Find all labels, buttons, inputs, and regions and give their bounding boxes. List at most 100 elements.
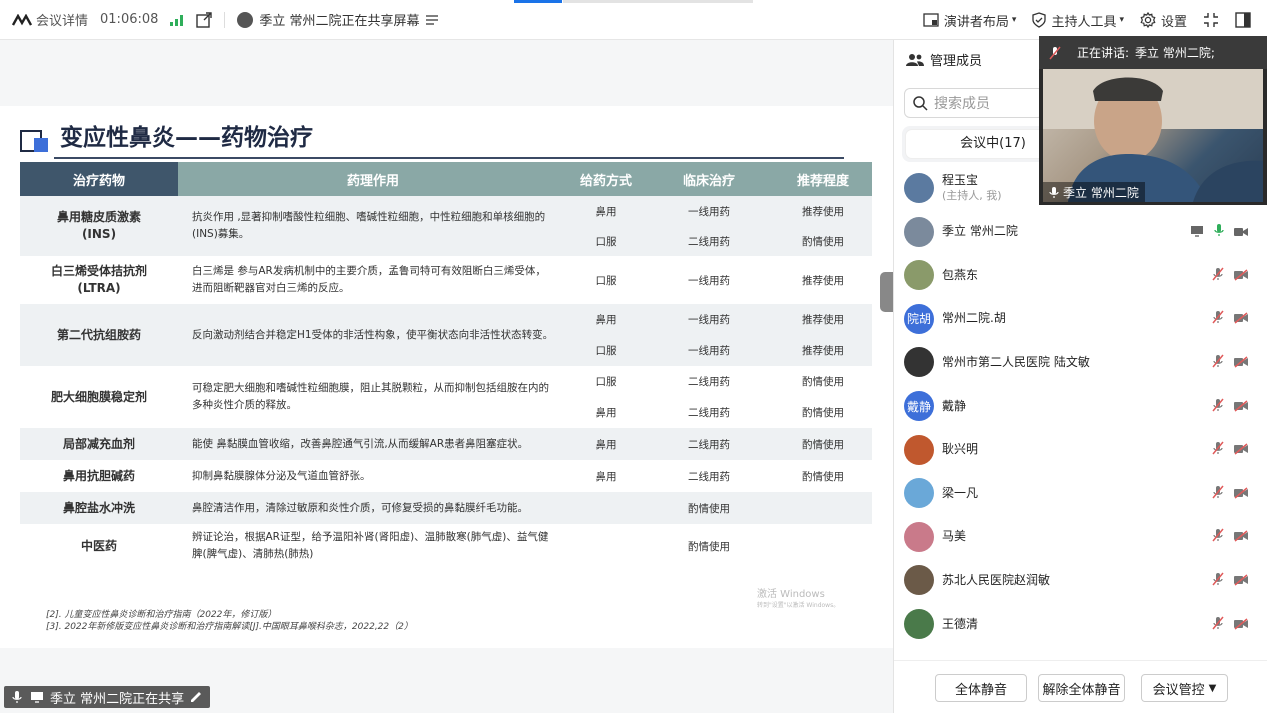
sidebar-toggle-icon[interactable] — [1235, 12, 1251, 28]
member-controls — [1212, 615, 1248, 634]
member-controls — [1212, 309, 1248, 328]
mic-muted-icon[interactable] — [1212, 397, 1224, 416]
references: [2]. 儿童变应性鼻炎诊断和治疗指南（2022年，修订版） [3]. 2022… — [46, 609, 413, 633]
meeting-info-button[interactable]: 会议详情 — [12, 10, 88, 29]
member-controls — [1212, 571, 1248, 590]
slide: 变应性鼻炎——药物治疗 治疗药物 药理作用 给药方式 临床治疗 推荐程度 鼻用糖… — [0, 106, 893, 648]
drug-name: 中医药 — [80, 538, 117, 553]
drug-clinical: 一线用药 — [688, 345, 730, 357]
meeting-control-button[interactable]: 会议管控 ▼ — [1141, 674, 1228, 702]
pen-icon[interactable] — [190, 691, 202, 703]
mic-icon — [1049, 186, 1059, 199]
camera-off-icon[interactable] — [1234, 484, 1248, 503]
camera-off-icon[interactable] — [1234, 527, 1248, 546]
slide-title: 变应性鼻炎——药物治疗 — [60, 125, 313, 151]
avatar — [904, 609, 934, 639]
drug-route: 鼻用 — [595, 407, 617, 419]
divider — [224, 11, 226, 28]
search-placeholder: 搜索成员 — [934, 96, 990, 112]
mic-muted-icon[interactable] — [1212, 440, 1224, 459]
drug-mechanism: 白三烯是 参与AR发病机制中的主要介质，孟鲁司特可有效阻断白三烯受体，进而阻断靶… — [192, 265, 546, 294]
table-row: 鼻用抗胆碱药 抑制鼻黏膜腺体分泌及气道血管舒张。 鼻用 二线用药 酌情使用 — [20, 460, 872, 492]
camera-off-icon[interactable] — [1234, 440, 1248, 459]
member-name: 苏北人民医院赵润敏 — [942, 573, 1050, 588]
drug-route: 口服 — [595, 376, 617, 388]
member-controls — [1212, 440, 1248, 459]
mute-all-button[interactable]: 全体静音 — [935, 674, 1027, 702]
camera-off-icon[interactable] — [1234, 309, 1248, 328]
mic-muted-icon[interactable] — [1212, 615, 1224, 634]
host-tools-button[interactable]: 主持人工具 ▾ — [1032, 11, 1124, 30]
member-controls — [1212, 397, 1248, 416]
member-controls — [1212, 484, 1248, 503]
drug-route: 鼻用 — [595, 438, 617, 451]
drug-route: 口服 — [595, 274, 617, 287]
mic-muted-icon[interactable] — [1212, 309, 1224, 328]
drug-route: 鼻用 — [595, 314, 617, 326]
drug-clinical: 一线用药 — [688, 274, 730, 287]
avatar: 戴静 — [904, 391, 934, 421]
video-camera-icon[interactable] — [1234, 222, 1248, 241]
drug-recommend — [774, 524, 872, 568]
member-row[interactable]: 耿兴明 — [904, 430, 1258, 470]
camera-off-icon[interactable] — [1234, 571, 1248, 590]
sharing-status-label: 季立 常州二院正在共享 — [50, 691, 185, 707]
member-name-text: 苏北人民医院赵润敏 — [942, 572, 1051, 587]
speaker-video[interactable]: 正在讲话: 季立 常州二院; 季立 常州二院 — [1039, 36, 1267, 205]
member-role: (主持人, 我) — [942, 189, 1002, 202]
table-header-row: 治疗药物 药理作用 给药方式 临床治疗 推荐程度 — [20, 162, 872, 196]
member-row[interactable]: 戴静 戴静 — [904, 386, 1258, 426]
member-row[interactable]: 梁一凡 — [904, 473, 1258, 513]
mic-muted-icon[interactable] — [1212, 266, 1224, 285]
mic-icon — [12, 690, 22, 704]
mic-muted-icon[interactable] — [1212, 527, 1224, 546]
avatar — [904, 216, 934, 247]
camera-off-icon[interactable] — [1234, 397, 1248, 416]
member-row[interactable]: 王德清 — [904, 604, 1258, 644]
member-name: 包燕东 — [942, 268, 978, 283]
collapse-icon[interactable] — [1203, 12, 1219, 28]
avatar — [904, 434, 934, 465]
table-row: 肥大细胞膜稳定剂 可稳定肥大细胞和嗜碱性粒细胞膜，阻止其脱颗粒，从而抑制包括组胺在… — [20, 366, 872, 411]
member-row[interactable]: 苏北人民医院赵润敏 — [904, 560, 1258, 600]
settings-button[interactable]: 设置 — [1140, 11, 1187, 30]
drug-name: 第二代抗组胺药 — [56, 327, 141, 342]
camera-off-icon[interactable] — [1234, 353, 1248, 372]
unmute-all-button[interactable]: 解除全体静音 — [1038, 674, 1125, 702]
member-name-text: 常州二院.胡 — [942, 311, 1006, 326]
sharer-status[interactable]: 季立 常州二院正在共享屏幕 — [237, 10, 438, 29]
mic-muted-icon[interactable] — [1212, 353, 1224, 372]
speaker-layout-label: 演讲者布局 — [943, 14, 1009, 30]
drug-clinical: 酌情使用 — [688, 540, 730, 553]
mic-muted-icon[interactable] — [1212, 484, 1224, 503]
screen-share-icon[interactable] — [1190, 222, 1204, 241]
table-header: 给药方式 — [568, 162, 644, 196]
camera-off-icon[interactable] — [1234, 266, 1248, 285]
member-name-text: 耿兴明 — [942, 442, 979, 457]
member-search-input[interactable]: 搜索成员 — [904, 88, 1044, 118]
mic-muted-icon[interactable] — [1212, 571, 1224, 590]
title-underline — [54, 157, 844, 159]
panel-drag-handle[interactable] — [880, 272, 893, 312]
member-name-text: 季立 常州二院 — [942, 224, 1018, 239]
camera-off-icon[interactable] — [1234, 615, 1248, 634]
member-row[interactable]: 季立 常州二院 — [904, 212, 1258, 252]
drug-route: 口服 — [595, 345, 617, 357]
sharing-status-bar[interactable]: 季立 常州二院正在共享 — [4, 686, 211, 708]
member-name-text: 包燕东 — [942, 267, 979, 282]
share-link-icon[interactable] — [196, 11, 213, 28]
member-row[interactable]: 包燕东 — [904, 255, 1258, 295]
mic-icon[interactable] — [1214, 222, 1224, 241]
speaker-layout-button[interactable]: 演讲者布局 ▾ — [923, 11, 1016, 30]
panel-footer: 全体静音 解除全体静音 会议管控 ▼ — [894, 660, 1267, 713]
panel-title: 管理成员 — [930, 54, 983, 69]
member-row[interactable]: 常州市第二人民医院 陆文敏 — [904, 342, 1258, 382]
drug-mechanism: 能使 鼻黏膜血管收缩，改善鼻腔通气引流,从而缓解AR患者鼻阻塞症状。 — [192, 437, 529, 450]
mic-muted-icon — [1049, 46, 1061, 60]
layout-icon — [923, 13, 939, 27]
member-row[interactable]: 马美 — [904, 517, 1258, 557]
member-row[interactable]: 院胡 常州二院.胡 — [904, 299, 1258, 339]
member-name: 常州二院.胡 — [942, 311, 1006, 326]
reference-line: [2]. 儿童变应性鼻炎诊断和治疗指南（2022年，修订版） — [46, 610, 277, 620]
menu-icon — [425, 14, 438, 25]
